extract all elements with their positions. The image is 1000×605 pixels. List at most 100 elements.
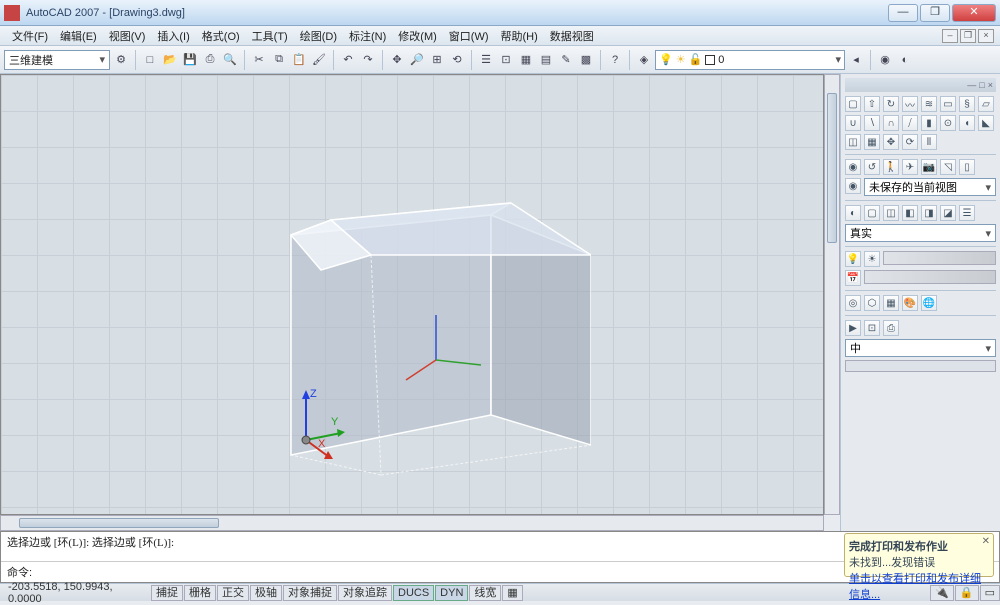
- ducs-toggle[interactable]: DUCS: [393, 585, 434, 601]
- render-preset-selector[interactable]: 中: [845, 339, 996, 357]
- mdi-minimize[interactable]: –: [942, 29, 958, 43]
- menu-dimension[interactable]: 标注(N): [343, 28, 392, 44]
- drawing-canvas[interactable]: Z Y X: [0, 74, 824, 515]
- workspace-settings-icon[interactable]: ⚙: [112, 51, 130, 69]
- visual-style-selector[interactable]: 真实: [845, 224, 996, 242]
- material-map-icon[interactable]: ▦: [883, 295, 899, 311]
- planar-icon[interactable]: ▱: [978, 96, 994, 112]
- section-icon[interactable]: ◫: [845, 134, 861, 150]
- ortho-toggle[interactable]: 正交: [217, 585, 249, 601]
- zoom-prev-icon[interactable]: ⟲: [448, 51, 466, 69]
- helix-icon[interactable]: §: [959, 96, 975, 112]
- layer-props-icon[interactable]: ◈: [635, 51, 653, 69]
- orbit-icon[interactable]: ◉: [845, 159, 861, 175]
- menu-draw[interactable]: 绘图(D): [294, 28, 343, 44]
- pan-icon[interactable]: ✥: [388, 51, 406, 69]
- notification-close-icon[interactable]: ✕: [982, 536, 990, 547]
- scrollbar-thumb[interactable]: [827, 93, 837, 243]
- subtract-icon[interactable]: ∖: [864, 115, 880, 131]
- open-icon[interactable]: 📂: [161, 51, 179, 69]
- menu-insert[interactable]: 插入(I): [151, 28, 195, 44]
- layer-iso-icon[interactable]: ◐: [896, 51, 914, 69]
- revolve-icon[interactable]: ↻: [883, 96, 899, 112]
- render-out-icon[interactable]: ⎙: [883, 320, 899, 336]
- render-icon[interactable]: 🎨: [902, 295, 918, 311]
- notif-link[interactable]: 单击以查看打印和发布详细信息...: [849, 573, 981, 601]
- paste-icon[interactable]: 📋: [290, 51, 308, 69]
- perspective-icon[interactable]: ◹: [940, 159, 956, 175]
- maximize-button[interactable]: ❐: [920, 4, 950, 22]
- light-icon[interactable]: 💡: [845, 251, 861, 267]
- copy-icon[interactable]: ⧉: [270, 51, 288, 69]
- material-attach-icon[interactable]: ⬡: [864, 295, 880, 311]
- layer-states-icon[interactable]: ◉: [876, 51, 894, 69]
- date-icon[interactable]: 📅: [845, 270, 861, 286]
- view-icon[interactable]: ◉: [845, 178, 861, 194]
- menu-tools[interactable]: 工具(T): [246, 28, 294, 44]
- preview-icon[interactable]: 🔍: [221, 51, 239, 69]
- extrude-icon[interactable]: ⇧: [864, 96, 880, 112]
- loft-icon[interactable]: ≋: [921, 96, 937, 112]
- menu-modify[interactable]: 修改(M): [392, 28, 443, 44]
- sweep-icon[interactable]: 〰: [902, 96, 918, 112]
- help-icon[interactable]: ?: [606, 51, 624, 69]
- sun-status-icon[interactable]: ☀: [864, 251, 880, 267]
- sheet-set-icon[interactable]: ▤: [537, 51, 555, 69]
- vertical-scrollbar[interactable]: [824, 74, 840, 515]
- render-go-icon[interactable]: ▶: [845, 320, 861, 336]
- menu-file[interactable]: 文件(F): [6, 28, 54, 44]
- swivel-icon[interactable]: ↺: [864, 159, 880, 175]
- vs-real-icon[interactable]: ◪: [940, 205, 956, 221]
- 3dmove-icon[interactable]: ✥: [883, 134, 899, 150]
- menu-edit[interactable]: 编辑(E): [54, 28, 103, 44]
- minimize-button[interactable]: —: [888, 4, 918, 22]
- walk-icon[interactable]: 🚶: [883, 159, 899, 175]
- light-slider[interactable]: [883, 251, 996, 265]
- save-icon[interactable]: 💾: [181, 51, 199, 69]
- flatshot-icon[interactable]: ▦: [864, 134, 880, 150]
- vs-manage-icon[interactable]: ☰: [959, 205, 975, 221]
- snap-toggle[interactable]: 捕捉: [151, 585, 183, 601]
- menu-window[interactable]: 窗口(W): [443, 28, 495, 44]
- vs-hidden-icon[interactable]: ◧: [902, 205, 918, 221]
- chamfer-icon[interactable]: ◣: [978, 115, 994, 131]
- workspace-selector[interactable]: 三维建模: [4, 50, 110, 70]
- 3dalign-icon[interactable]: ⫴: [921, 134, 937, 150]
- thicken-icon[interactable]: ▮: [921, 115, 937, 131]
- scrollbar-thumb[interactable]: [19, 518, 219, 528]
- visual-style-icon[interactable]: ◐: [845, 205, 861, 221]
- intersect-icon[interactable]: ∩: [883, 115, 899, 131]
- vs-3dwire-icon[interactable]: ◫: [883, 205, 899, 221]
- fly-icon[interactable]: ✈: [902, 159, 918, 175]
- imprint-icon[interactable]: ⊙: [940, 115, 956, 131]
- match-icon[interactable]: 🖌: [310, 51, 328, 69]
- properties-icon[interactable]: ☰: [477, 51, 495, 69]
- grid-toggle[interactable]: 栅格: [184, 585, 216, 601]
- osnap-toggle[interactable]: 对象捕捉: [283, 585, 337, 601]
- menu-format[interactable]: 格式(O): [196, 28, 246, 44]
- new-icon[interactable]: □: [141, 51, 159, 69]
- view-selector[interactable]: 未保存的当前视图: [864, 178, 996, 196]
- mdi-close[interactable]: ×: [978, 29, 994, 43]
- time-slider[interactable]: [864, 270, 996, 284]
- layer-selector[interactable]: 💡 ☀ 🔓 0: [655, 50, 845, 70]
- design-center-icon[interactable]: ⊡: [497, 51, 515, 69]
- polar-toggle[interactable]: 极轴: [250, 585, 282, 601]
- markup-icon[interactable]: ✎: [557, 51, 575, 69]
- slice-icon[interactable]: ⧸: [902, 115, 918, 131]
- 3drotate-icon[interactable]: ⟳: [902, 134, 918, 150]
- model-toggle[interactable]: ▦: [502, 585, 522, 601]
- zoom-icon[interactable]: 🔎: [408, 51, 426, 69]
- camera-icon[interactable]: 📷: [921, 159, 937, 175]
- cut-icon[interactable]: ✂: [250, 51, 268, 69]
- material-icon[interactable]: ◎: [845, 295, 861, 311]
- vs-2d-icon[interactable]: ▢: [864, 205, 880, 221]
- render-crop-icon[interactable]: ⊡: [864, 320, 880, 336]
- calc-icon[interactable]: ▩: [577, 51, 595, 69]
- lwt-toggle[interactable]: 线宽: [469, 585, 501, 601]
- render-env-icon[interactable]: 🌐: [921, 295, 937, 311]
- redo-icon[interactable]: ↷: [359, 51, 377, 69]
- union-icon[interactable]: ∪: [845, 115, 861, 131]
- menu-dataview[interactable]: 数据视图: [544, 28, 600, 44]
- zoom-window-icon[interactable]: ⊞: [428, 51, 446, 69]
